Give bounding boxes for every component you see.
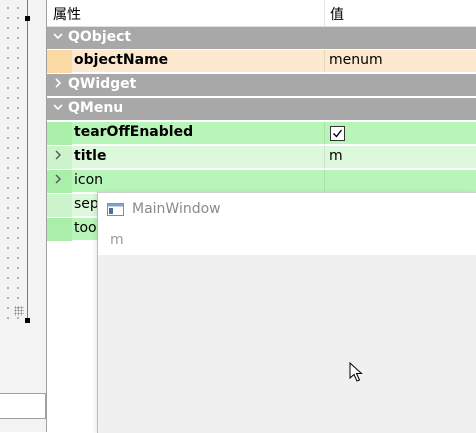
chevron-right-icon[interactable] <box>53 77 65 93</box>
property-name: icon <box>74 172 104 188</box>
category-label: QMenu <box>68 100 124 116</box>
property-value-input[interactable]: m <box>329 148 343 164</box>
column-separator <box>324 170 325 193</box>
design-grid <box>0 0 28 320</box>
header-value[interactable]: 值 <box>330 4 344 24</box>
window-title: MainWindow <box>132 201 221 217</box>
resize-handle-top[interactable] <box>25 16 30 21</box>
property-value-input[interactable]: menum <box>329 52 383 68</box>
header-separator <box>324 0 325 26</box>
property-name: sep <box>74 196 99 212</box>
window-icon <box>107 203 124 216</box>
category-qobject[interactable]: QObject <box>47 27 476 50</box>
central-widget[interactable] <box>98 255 476 433</box>
property-row-objectname[interactable]: objectName menum <box>47 50 476 73</box>
row-indent <box>47 122 72 145</box>
row-indent <box>47 50 72 73</box>
preview-main-window[interactable]: MainWindow m <box>97 192 476 433</box>
category-label: QObject <box>68 29 132 45</box>
widget-box[interactable] <box>0 393 46 419</box>
mouse-cursor-icon <box>349 362 363 382</box>
window-titlebar[interactable]: MainWindow <box>98 193 476 225</box>
column-separator <box>324 146 325 169</box>
row-indent <box>47 218 72 241</box>
property-header: 属性 值 <box>47 0 476 27</box>
row-indent <box>47 194 72 217</box>
property-row-icon[interactable]: icon <box>47 170 476 193</box>
chevron-down-icon[interactable] <box>53 30 65 46</box>
column-separator <box>324 122 325 145</box>
tearoff-checkbox[interactable] <box>330 126 345 141</box>
category-label: QWidget <box>68 76 137 92</box>
menu-bar: m <box>98 225 476 255</box>
check-icon <box>333 129 343 138</box>
resize-handle-bottom[interactable] <box>25 318 30 323</box>
column-separator <box>324 50 325 73</box>
form-border <box>27 0 28 320</box>
property-row-title[interactable]: title m <box>47 146 476 169</box>
property-name: title <box>74 148 107 164</box>
category-qwidget[interactable]: QWidget <box>47 74 476 97</box>
form-canvas[interactable] <box>0 0 46 432</box>
chevron-right-icon[interactable] <box>53 149 65 165</box>
property-name: too <box>74 220 97 236</box>
size-grip-icon[interactable] <box>14 306 24 316</box>
category-qmenu[interactable]: QMenu <box>47 98 476 121</box>
chevron-down-icon[interactable] <box>53 101 65 117</box>
header-property[interactable]: 属性 <box>53 4 81 24</box>
menu-item-m[interactable]: m <box>110 232 124 248</box>
property-name: objectName <box>74 52 169 68</box>
property-row-tearoffenabled[interactable]: tearOffEnabled <box>47 122 476 145</box>
chevron-right-icon[interactable] <box>53 173 65 189</box>
property-name: tearOffEnabled <box>74 124 194 140</box>
